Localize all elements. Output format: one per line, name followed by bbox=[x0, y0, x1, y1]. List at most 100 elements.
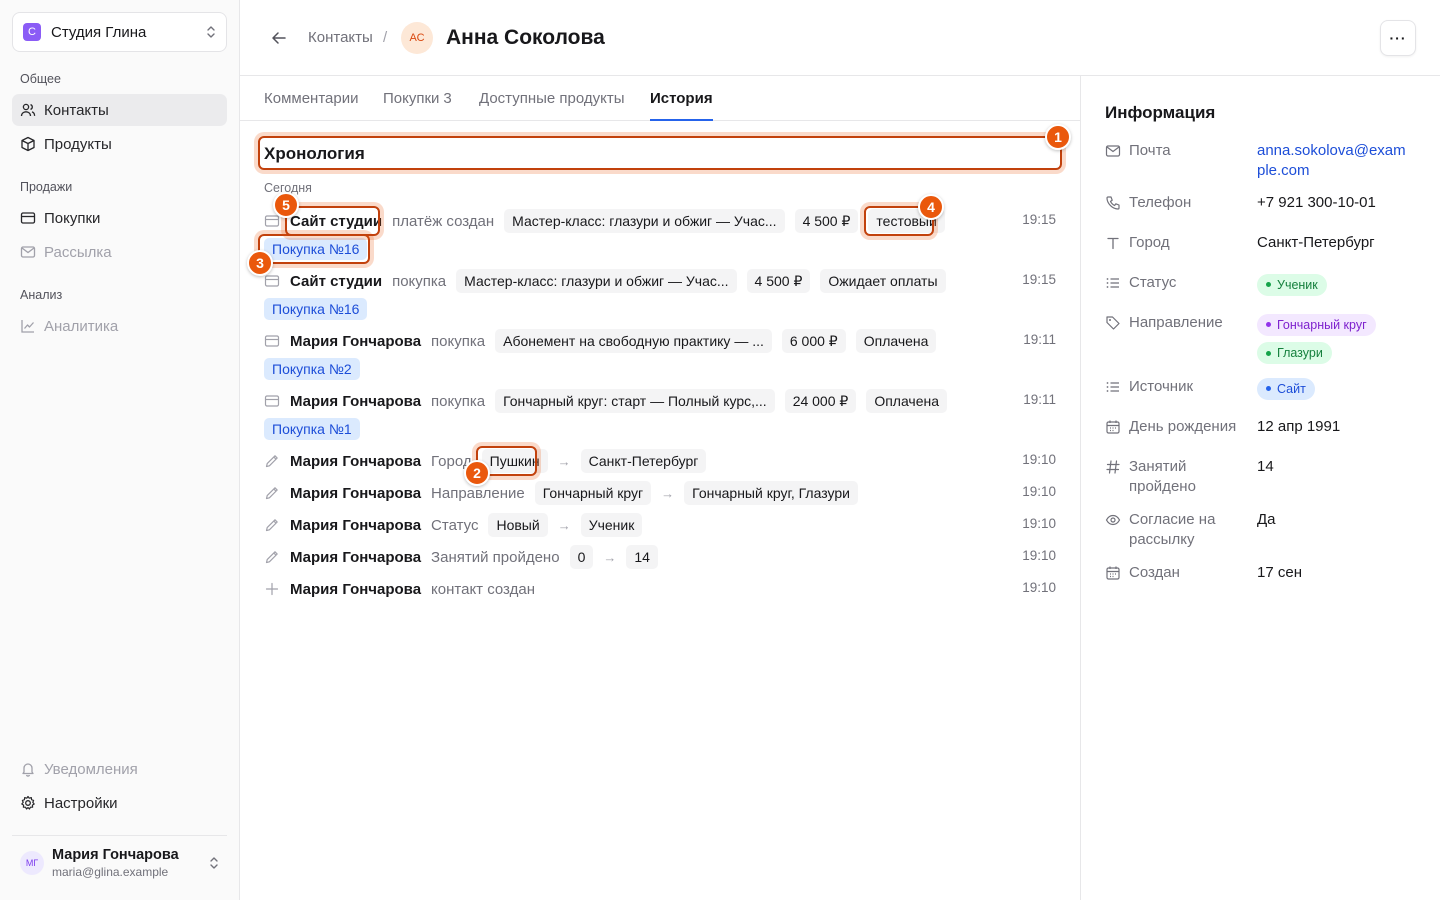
info-label: Источник bbox=[1129, 378, 1194, 395]
tab-comments[interactable]: Комментарии bbox=[264, 90, 358, 121]
pencil-icon bbox=[265, 519, 278, 532]
tab-label: Доступные продукты bbox=[479, 90, 625, 107]
info-panel: Информация Почта anna.sokolova@example.c… bbox=[1080, 76, 1440, 900]
sidebar-item-purchases[interactable]: Покупки bbox=[12, 202, 227, 234]
credit-card-icon bbox=[264, 395, 280, 407]
direction-value: Гончарный круг Глазури bbox=[1257, 313, 1407, 370]
event-amount-chip: 24 000 ₽ bbox=[784, 389, 857, 413]
tab-label: Комментарии bbox=[264, 90, 359, 107]
event-action: покупка bbox=[392, 272, 447, 290]
workspace-logo: С bbox=[23, 23, 41, 41]
event-actor[interactable]: Мария Гончарова bbox=[290, 453, 421, 470]
breadcrumb-contacts[interactable]: Контакты bbox=[308, 29, 373, 46]
event-actor[interactable]: Мария Гончарова bbox=[290, 581, 421, 598]
phone-icon bbox=[1106, 196, 1120, 210]
phone-value: +7 921 300-10-01 bbox=[1257, 194, 1376, 211]
new-value-chip: Санкт-Петербург bbox=[580, 449, 707, 473]
event-actor[interactable]: Сайт студии bbox=[290, 213, 382, 230]
calendar-icon bbox=[1106, 420, 1120, 434]
event-time: 19:15 bbox=[1022, 212, 1056, 227]
users-icon bbox=[20, 103, 36, 117]
credit-card-icon bbox=[264, 275, 280, 287]
tab-available-products[interactable]: Доступные продукты bbox=[479, 90, 625, 121]
event-product-chip: Гончарный круг: старт — Полный курс,... bbox=[495, 389, 775, 413]
purchase-link[interactable]: Покупка №16 bbox=[264, 298, 368, 320]
timeline-event: Мария Гончарова Статус Новый → Ученик 19… bbox=[264, 513, 1056, 537]
birthday-value: 12 апр 1991 bbox=[1257, 418, 1341, 435]
sidebar-item-notifications[interactable]: Уведомления bbox=[12, 753, 227, 785]
timeline-event: Мария Гончарова покупка Гончарный круг: … bbox=[264, 389, 1056, 413]
info-label: Город bbox=[1129, 234, 1170, 251]
section-title: Хронология bbox=[264, 144, 365, 163]
city-value: Санкт-Петербург bbox=[1257, 234, 1375, 251]
event-actor[interactable]: Мария Гончарова bbox=[290, 485, 421, 502]
event-status-chip: Оплачена bbox=[855, 329, 937, 353]
breadcrumb-separator: / bbox=[383, 29, 388, 46]
chevron-updown-icon bbox=[209, 856, 219, 870]
timeline-event: Сайт студии покупка Мастер-класс: глазур… bbox=[264, 269, 1056, 293]
purchase-link[interactable]: Покупка №1 bbox=[264, 418, 360, 440]
old-value-chip: Пушкин bbox=[481, 449, 548, 473]
nav-section-sales: Продажи bbox=[20, 180, 73, 194]
event-actor[interactable]: Мария Гончарова bbox=[290, 517, 421, 534]
email-link[interactable]: anna.sokolova@example.com bbox=[1257, 141, 1407, 181]
user-menu[interactable]: МГ Мария Гончарова maria@glina.example bbox=[12, 835, 227, 889]
info-label: Создан bbox=[1129, 564, 1180, 581]
info-label: Телефон bbox=[1129, 194, 1192, 211]
event-product-chip: Мастер-класс: глазури и обжиг — Учас... bbox=[456, 269, 737, 293]
arrow-right-icon: → bbox=[557, 517, 571, 533]
sidebar-item-mailing[interactable]: Рассылка bbox=[12, 236, 227, 268]
sidebar-item-label: Настройки bbox=[44, 794, 118, 812]
event-actor[interactable]: Мария Гончарова bbox=[290, 333, 421, 350]
source-badge: Сайт bbox=[1257, 377, 1315, 400]
hash-icon bbox=[1106, 460, 1120, 474]
purchase-link[interactable]: Покупка №16 bbox=[264, 238, 368, 260]
highlight-timeline-title bbox=[258, 136, 1062, 170]
old-value-chip: Новый bbox=[488, 513, 548, 537]
new-value-chip: 14 bbox=[626, 545, 658, 569]
info-label: Почта bbox=[1129, 142, 1171, 159]
sidebar-item-contacts[interactable]: Контакты bbox=[12, 94, 227, 126]
chevron-updown-icon bbox=[206, 25, 216, 39]
purchase-link[interactable]: Покупка №2 bbox=[264, 358, 360, 380]
old-value-chip: 0 bbox=[569, 545, 594, 569]
workspace-switcher[interactable]: С Студия Глина bbox=[12, 12, 227, 52]
avatar: АС bbox=[401, 22, 433, 54]
sidebar-item-analytics[interactable]: Аналитика bbox=[12, 310, 227, 342]
event-time: 19:10 bbox=[1022, 516, 1056, 531]
text-icon bbox=[1107, 237, 1119, 250]
event-time: 19:10 bbox=[1022, 484, 1056, 499]
event-actor[interactable]: Сайт студии bbox=[290, 273, 382, 290]
event-actor[interactable]: Мария Гончарова bbox=[290, 393, 421, 410]
tab-history[interactable]: История bbox=[650, 90, 713, 121]
event-field: Направление bbox=[431, 484, 525, 502]
workspace-name: Студия Глина bbox=[51, 23, 147, 41]
pencil-icon bbox=[265, 455, 278, 468]
eye-icon bbox=[1105, 514, 1121, 526]
annotation-badge-1: 1 bbox=[1045, 124, 1071, 150]
sidebar-item-settings[interactable]: Настройки bbox=[12, 787, 227, 819]
event-amount-chip: 6 000 ₽ bbox=[781, 329, 846, 353]
user-email: maria@glina.example bbox=[52, 864, 169, 879]
sidebar: С Студия Глина Общее Контакты Продукты П… bbox=[0, 0, 240, 900]
more-options-button[interactable]: ··· bbox=[1380, 20, 1416, 56]
plus-icon bbox=[265, 582, 279, 596]
credit-card-icon bbox=[20, 212, 36, 224]
annotation-badge-2: 2 bbox=[464, 460, 490, 486]
status-badge: Ученик bbox=[1257, 273, 1327, 296]
consent-value: Да bbox=[1257, 511, 1276, 528]
sidebar-item-products[interactable]: Продукты bbox=[12, 128, 227, 160]
event-product-chip: Мастер-класс: глазури и обжиг — Учас... bbox=[504, 209, 785, 233]
event-time: 19:15 bbox=[1022, 272, 1056, 287]
nav-section-analysis: Анализ bbox=[20, 288, 63, 302]
event-field: Занятий пройдено bbox=[431, 548, 560, 566]
event-time: 19:10 bbox=[1022, 452, 1056, 467]
tab-purchases[interactable]: Покупки 3 bbox=[383, 90, 452, 121]
event-actor[interactable]: Мария Гончарова bbox=[290, 549, 421, 566]
calendar-icon bbox=[1106, 566, 1120, 580]
avatar: МГ bbox=[20, 850, 44, 875]
arrow-left-icon[interactable] bbox=[270, 29, 288, 47]
sidebar-item-label: Уведомления bbox=[44, 760, 138, 778]
event-status-chip: Ожидает оплаты bbox=[820, 269, 946, 293]
created-value: 17 сен bbox=[1257, 564, 1302, 581]
